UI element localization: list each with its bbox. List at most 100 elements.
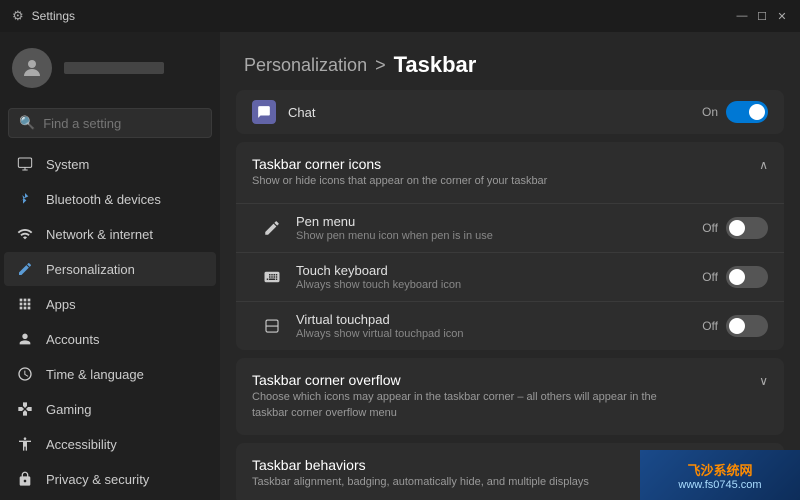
taskbar-corner-icons-subtitle: Show or hide icons that appear on the co…: [252, 174, 547, 189]
sidebar-item-accessibility[interactable]: Accessibility: [4, 427, 216, 461]
watermark-text1: 飞沙系统网: [687, 460, 752, 479]
taskbar-corner-overflow-chevron: ∨: [759, 374, 768, 388]
taskbar-corner-overflow-subtitle: Choose which icons may appear in the tas…: [252, 390, 692, 421]
bluetooth-icon: [16, 190, 34, 208]
pen-menu-toggle-label: Off: [702, 221, 718, 235]
touch-keyboard-icon: [260, 265, 284, 289]
accounts-icon: [16, 330, 34, 348]
sidebar-item-gaming[interactable]: Gaming: [4, 392, 216, 426]
taskbar-corner-overflow-header-text: Taskbar corner overflow Choose which ico…: [252, 372, 692, 421]
touch-keyboard-title: Touch keyboard: [296, 263, 690, 278]
chat-title: Chat: [288, 105, 690, 120]
sidebar-item-accounts[interactable]: Accounts: [4, 322, 216, 356]
virtual-touchpad-desc: Always show virtual touchpad icon: [296, 328, 690, 340]
user-profile: [0, 32, 220, 104]
taskbar-corner-icons-title: Taskbar corner icons: [252, 156, 547, 172]
watermark: 飞沙系统网 www.fs0745.com: [640, 450, 800, 500]
chat-row: Chat On: [236, 90, 784, 134]
titlebar-title: Settings: [32, 9, 75, 23]
taskbar-behaviors-subtitle: Taskbar alignment, badging, automaticall…: [252, 475, 589, 490]
pen-menu-toggle[interactable]: [726, 217, 768, 239]
username-bar: [64, 62, 164, 74]
titlebar-left: ⚙ Settings: [12, 8, 75, 24]
pen-menu-info: Pen menu Show pen menu icon when pen is …: [296, 214, 690, 242]
touch-keyboard-toggle-thumb: [729, 269, 745, 285]
pen-menu-icon: [260, 216, 284, 240]
close-button[interactable]: ✕: [776, 10, 788, 22]
pen-menu-title: Pen menu: [296, 214, 690, 229]
touch-keyboard-toggle[interactable]: [726, 266, 768, 288]
sidebar-item-system[interactable]: System: [4, 147, 216, 181]
search-box[interactable]: 🔍: [8, 108, 212, 138]
chat-toggle-thumb: [749, 104, 765, 120]
apps-icon: [16, 295, 34, 313]
touch-keyboard-toggle-area: Off: [702, 266, 768, 288]
virtual-touchpad-toggle-area: Off: [702, 315, 768, 337]
virtual-touchpad-title: Virtual touchpad: [296, 312, 690, 327]
taskbar-corner-icons-section: Taskbar corner icons Show or hide icons …: [236, 142, 784, 350]
chat-toggle-label: On: [702, 105, 718, 119]
sidebar-item-label-gaming: Gaming: [46, 402, 92, 417]
sidebar-item-label-apps: Apps: [46, 297, 76, 312]
taskbar-corner-icons-chevron: ∧: [759, 158, 768, 172]
minimize-button[interactable]: —: [736, 10, 748, 22]
virtual-touchpad-info: Virtual touchpad Always show virtual tou…: [296, 312, 690, 340]
sidebar-item-label-privacy: Privacy & security: [46, 472, 149, 487]
pen-menu-toggle-thumb: [729, 220, 745, 236]
content-area: Personalization > Taskbar Chat On Taskba…: [220, 32, 800, 500]
taskbar-corner-overflow-header[interactable]: Taskbar corner overflow Choose which ico…: [236, 358, 784, 435]
page-header: Personalization > Taskbar: [220, 32, 800, 90]
sidebar-item-bluetooth[interactable]: Bluetooth & devices: [4, 182, 216, 216]
sidebar-item-label-accounts: Accounts: [46, 332, 99, 347]
accessibility-icon: [16, 435, 34, 453]
pen-menu-row: Pen menu Show pen menu icon when pen is …: [236, 203, 784, 252]
sidebar-item-personalization[interactable]: Personalization: [4, 252, 216, 286]
titlebar: ⚙ Settings — ☐ ✕: [0, 0, 800, 32]
system-icon: [16, 155, 34, 173]
touch-keyboard-info: Touch keyboard Always show touch keyboar…: [296, 263, 690, 291]
sidebar-item-label-network: Network & internet: [46, 227, 153, 242]
gaming-icon: [16, 400, 34, 418]
taskbar-corner-icons-header-text: Taskbar corner icons Show or hide icons …: [252, 156, 547, 189]
virtual-touchpad-icon: [260, 314, 284, 338]
sidebar-item-apps[interactable]: Apps: [4, 287, 216, 321]
breadcrumb-current: Taskbar: [394, 52, 477, 78]
pen-menu-toggle-area: Off: [702, 217, 768, 239]
titlebar-controls: — ☐ ✕: [736, 10, 788, 22]
taskbar-corner-icons-header[interactable]: Taskbar corner icons Show or hide icons …: [236, 142, 784, 203]
taskbar-corner-overflow-title: Taskbar corner overflow: [252, 372, 692, 388]
touch-keyboard-toggle-label: Off: [702, 270, 718, 284]
search-icon: 🔍: [19, 115, 35, 131]
virtual-touchpad-toggle[interactable]: [726, 315, 768, 337]
sidebar-item-network[interactable]: Network & internet: [4, 217, 216, 251]
settings-icon: ⚙: [12, 8, 24, 24]
nav-list: System Bluetooth & devices Network & int…: [0, 146, 220, 500]
app-container: 🔍 System Bluetooth & devices Network & i…: [0, 32, 800, 500]
sidebar-item-label-accessibility: Accessibility: [46, 437, 117, 452]
virtual-touchpad-row: Virtual touchpad Always show virtual tou…: [236, 301, 784, 350]
search-input[interactable]: [43, 116, 201, 131]
maximize-button[interactable]: ☐: [756, 10, 768, 22]
pen-menu-desc: Show pen menu icon when pen is in use: [296, 230, 690, 242]
sidebar-item-time[interactable]: Time & language: [4, 357, 216, 391]
time-icon: [16, 365, 34, 383]
taskbar-corner-overflow-section: Taskbar corner overflow Choose which ico…: [236, 358, 784, 435]
sidebar-item-label-time: Time & language: [46, 367, 144, 382]
personalization-icon: [16, 260, 34, 278]
watermark-text2: www.fs0745.com: [678, 479, 761, 491]
avatar: [12, 48, 52, 88]
network-icon: [16, 225, 34, 243]
chat-toggle[interactable]: [726, 101, 768, 123]
touch-keyboard-row: Touch keyboard Always show touch keyboar…: [236, 252, 784, 301]
sidebar: 🔍 System Bluetooth & devices Network & i…: [0, 32, 220, 500]
breadcrumb-sep: >: [375, 55, 386, 76]
breadcrumb-parent: Personalization: [244, 55, 367, 76]
sidebar-item-label-bluetooth: Bluetooth & devices: [46, 192, 161, 207]
sidebar-item-privacy[interactable]: Privacy & security: [4, 462, 216, 496]
taskbar-behaviors-header-text: Taskbar behaviors Taskbar alignment, bad…: [252, 457, 589, 490]
sidebar-item-label-personalization: Personalization: [46, 262, 135, 277]
virtual-touchpad-toggle-thumb: [729, 318, 745, 334]
taskbar-behaviors-title: Taskbar behaviors: [252, 457, 589, 473]
virtual-touchpad-toggle-label: Off: [702, 319, 718, 333]
chat-icon: [252, 100, 276, 124]
